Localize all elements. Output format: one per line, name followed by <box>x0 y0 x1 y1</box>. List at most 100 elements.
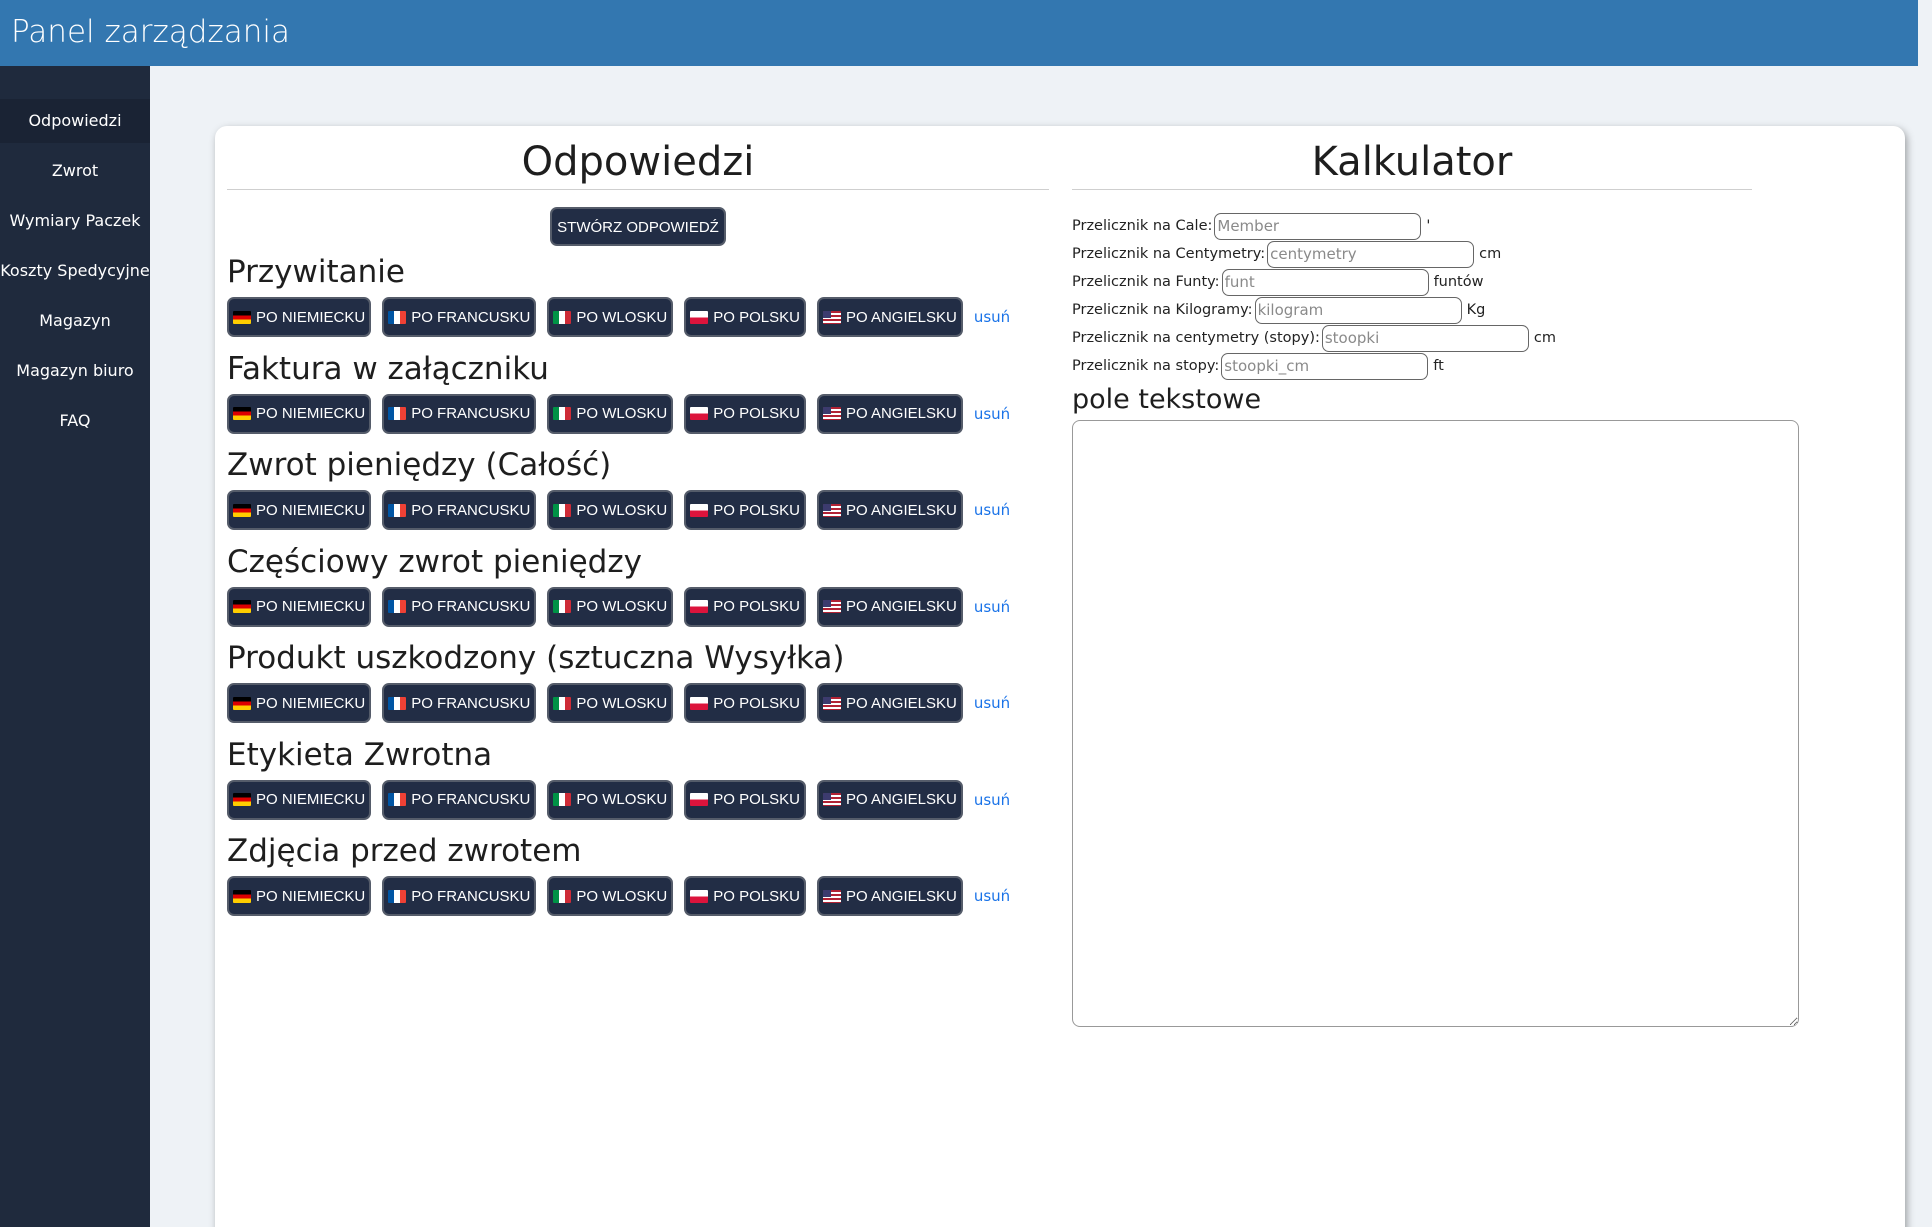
language-button-fr[interactable]: PO FRANCUSKU <box>382 393 537 434</box>
language-button-label: PO ANGIELSKU <box>845 694 957 712</box>
language-button-fr[interactable]: PO FRANCUSKU <box>382 297 537 337</box>
flag-pl-icon <box>690 889 709 903</box>
language-button-label: PO WLOSKU <box>576 791 668 808</box>
language-button-fr[interactable]: PO FRANCUSKU <box>382 779 537 820</box>
app-title: Panel zarządzania <box>11 14 290 50</box>
sidebar-item-wymiary-paczek[interactable]: Wymiary Paczek <box>0 199 150 243</box>
calculator-input[interactable] <box>1267 240 1475 268</box>
language-button-label: PO POLSKU <box>713 501 800 519</box>
language-button-label: PO WLOSKU <box>576 598 668 615</box>
calculator-label: Przelicznik na centymetry (stopy): <box>1072 330 1320 346</box>
language-button-it[interactable]: PO WLOSKU <box>547 586 674 627</box>
flag-us-icon <box>822 503 841 517</box>
calculator-unit: funtów <box>1433 274 1484 290</box>
calculator-input[interactable] <box>1214 212 1422 240</box>
flag-us-icon <box>822 310 841 324</box>
remove-link[interactable]: usuń <box>974 694 1010 712</box>
language-button-us[interactable]: PO ANGIELSKU <box>816 683 963 723</box>
create-answer-button[interactable]: STWÓRZ ODPOWIEDŹ <box>550 207 726 246</box>
language-button-de[interactable]: PO NIEMIECKU <box>227 393 372 434</box>
text-field[interactable] <box>1072 420 1799 1027</box>
language-button-fr[interactable]: PO FRANCUSKU <box>382 876 537 916</box>
language-button-de[interactable]: PO NIEMIECKU <box>227 683 372 723</box>
language-button-label: PO FRANCUSKU <box>411 501 531 519</box>
calculator-input[interactable] <box>1254 296 1462 324</box>
language-button-label: PO NIEMIECKU <box>256 598 366 615</box>
language-button-us[interactable]: PO ANGIELSKU <box>816 490 963 530</box>
language-button-label: PO ANGIELSKU <box>845 405 957 422</box>
answer-group-title: Etykieta Zwrotna <box>227 736 493 773</box>
sidebar-item-magazyn-biuro[interactable]: Magazyn biuro <box>0 349 150 393</box>
remove-link[interactable]: usuń <box>974 791 1010 809</box>
sidebar-item-zwrot[interactable]: Zwrot <box>0 149 150 193</box>
language-button-label: PO NIEMIECKU <box>256 405 366 422</box>
remove-link[interactable]: usuń <box>974 308 1010 326</box>
flag-de-icon <box>233 696 251 710</box>
calculator-label: Przelicznik na Centymetry: <box>1072 246 1266 262</box>
calculator-input[interactable] <box>1221 268 1429 296</box>
language-button-pl[interactable]: PO POLSKU <box>684 683 806 723</box>
calculator-input[interactable] <box>1321 324 1529 352</box>
top-bar: Panel zarządzania <box>0 0 1918 66</box>
language-button-fr[interactable]: PO FRANCUSKU <box>382 490 537 530</box>
language-button-de[interactable]: PO NIEMIECKU <box>227 297 372 337</box>
flag-us-icon <box>822 793 841 806</box>
language-button-pl[interactable]: PO POLSKU <box>684 779 806 820</box>
language-button-pl[interactable]: PO POLSKU <box>684 876 806 916</box>
language-button-pl[interactable]: PO POLSKU <box>684 297 806 337</box>
sidebar-item-koszty-spedycyjne[interactable]: Koszty Spedycyjne <box>0 249 150 293</box>
language-button-de[interactable]: PO NIEMIECKU <box>227 586 372 627</box>
flag-it-icon <box>553 503 572 517</box>
language-button-label: PO FRANCUSKU <box>411 694 531 712</box>
answer-group: Produkt uszkodzony (sztuczna Wysyłka) PO … <box>227 633 1049 730</box>
language-button-de[interactable]: PO NIEMIECKU <box>227 490 372 530</box>
language-button-it[interactable]: PO WLOSKU <box>547 876 674 916</box>
language-button-pl[interactable]: PO POLSKU <box>684 393 806 434</box>
answer-group-title: Przywitanie <box>227 254 405 290</box>
language-button-it[interactable]: PO WLOSKU <box>547 393 674 434</box>
language-button-it[interactable]: PO WLOSKU <box>547 297 674 337</box>
language-button-it[interactable]: PO WLOSKU <box>547 683 674 723</box>
flag-it-icon <box>553 793 572 806</box>
calculator-row: Przelicznik na stopy: ft <box>1072 352 1812 380</box>
language-button-label: PO NIEMIECKU <box>256 501 366 519</box>
language-button-fr[interactable]: PO FRANCUSKU <box>382 586 537 627</box>
language-button-us[interactable]: PO ANGIELSKU <box>816 393 963 434</box>
language-button-us[interactable]: PO ANGIELSKU <box>816 876 963 916</box>
answer-group: Faktura w załączniku PO NIEMIECKU PO FRANC… <box>227 344 1049 441</box>
language-button-de[interactable]: PO NIEMIECKU <box>227 779 372 820</box>
language-button-row: PO NIEMIECKU PO FRANCUSKU PO WLOSKU PO POLS… <box>227 876 1049 916</box>
flag-pl-icon <box>690 310 709 324</box>
language-button-fr[interactable]: PO FRANCUSKU <box>382 683 537 723</box>
language-button-label: PO ANGIELSKU <box>845 501 957 519</box>
sidebar-item-faq[interactable]: FAQ <box>0 399 150 443</box>
language-button-label: PO POLSKU <box>713 405 800 422</box>
language-button-row: PO NIEMIECKU PO FRANCUSKU PO WLOSKU PO POLS… <box>227 393 1049 434</box>
language-button-pl[interactable]: PO POLSKU <box>684 490 806 530</box>
answer-group-title: Faktura w załączniku <box>227 350 549 387</box>
flag-de-icon <box>233 310 251 324</box>
flag-us-icon <box>822 600 841 613</box>
remove-link[interactable]: usuń <box>974 405 1010 423</box>
language-button-label: PO POLSKU <box>713 308 800 326</box>
remove-link[interactable]: usuń <box>974 598 1010 616</box>
language-button-us[interactable]: PO ANGIELSKU <box>816 586 963 627</box>
language-button-it[interactable]: PO WLOSKU <box>547 490 674 530</box>
remove-link[interactable]: usuń <box>974 501 1010 519</box>
language-button-us[interactable]: PO ANGIELSKU <box>816 779 963 820</box>
sidebar-item-odpowiedzi[interactable]: Odpowiedzi <box>0 99 150 143</box>
language-button-us[interactable]: PO ANGIELSKU <box>816 297 963 337</box>
language-button-label: PO ANGIELSKU <box>845 598 957 615</box>
flag-us-icon <box>822 696 841 710</box>
sidebar-item-magazyn[interactable]: Magazyn <box>0 299 150 343</box>
calculator-input[interactable] <box>1221 352 1429 380</box>
language-button-de[interactable]: PO NIEMIECKU <box>227 876 372 916</box>
language-button-label: PO WLOSKU <box>576 405 668 422</box>
remove-link[interactable]: usuń <box>974 887 1010 905</box>
flag-us-icon <box>822 407 841 420</box>
language-button-label: PO ANGIELSKU <box>845 791 957 808</box>
calculator-label: Przelicznik na Cale: <box>1072 218 1213 234</box>
language-button-pl[interactable]: PO POLSKU <box>684 586 806 627</box>
flag-fr-icon <box>388 889 407 903</box>
language-button-it[interactable]: PO WLOSKU <box>547 779 674 820</box>
